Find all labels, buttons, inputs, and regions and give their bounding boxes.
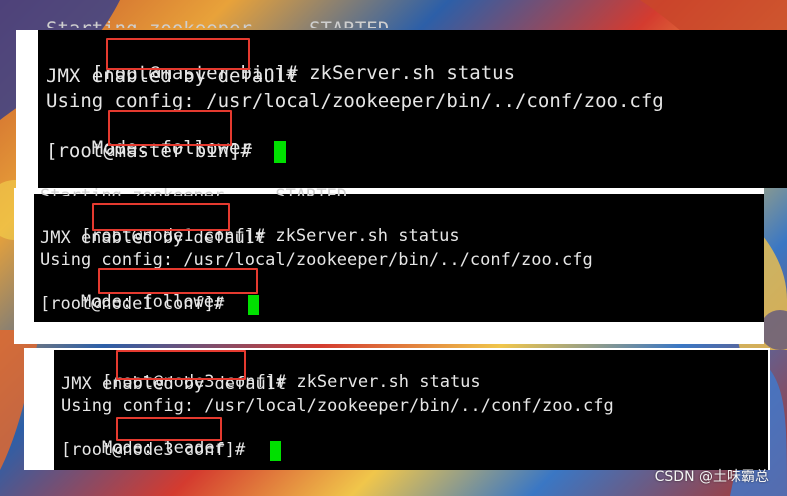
terminal-1-output-line: Using config: /usr/local/zookeeper/bin/.… — [46, 90, 664, 112]
terminal-2[interactable]: Starting zookeeper ... STARTED [root@nod… — [34, 186, 764, 322]
terminal-3-output-line: Using config: /usr/local/zookeeper/bin/.… — [61, 396, 614, 416]
terminal-2-output-line: JMX enabled by default — [40, 228, 266, 248]
terminal-3[interactable]: [root@node3 conf]# zkServer.sh status JM… — [54, 350, 768, 470]
command: zkServer.sh status — [275, 226, 460, 246]
highlight-box-mode — [98, 268, 258, 294]
terminal-1-cursor — [274, 141, 286, 163]
highlight-box-mode — [108, 110, 232, 146]
terminal-1-ghost-line: Starting zookeeper ... STARTED — [46, 18, 389, 28]
terminal-2-output-line: Using config: /usr/local/zookeeper/bin/.… — [40, 250, 593, 270]
watermark: CSDN @土味霸总 — [654, 469, 769, 485]
terminal-2-cursor — [248, 295, 259, 315]
highlight-box-hostname — [106, 38, 250, 70]
highlight-box-mode — [116, 417, 222, 441]
highlight-box-hostname — [92, 203, 230, 231]
command: zkServer.sh status — [309, 62, 516, 84]
terminal-3-final-prompt: [root@node3 conf]# — [61, 440, 256, 460]
command: zkServer.sh status — [296, 372, 481, 392]
terminal-2-final-prompt: [root@node1 conf]# — [40, 294, 235, 314]
highlight-box-hostname — [116, 350, 246, 380]
terminal-1[interactable]: Starting zookeeper ... STARTED [root@mas… — [38, 18, 787, 188]
terminal-3-cursor — [270, 441, 281, 461]
terminal-2-ghost-line: Starting zookeeper ... STARTED — [40, 186, 348, 196]
